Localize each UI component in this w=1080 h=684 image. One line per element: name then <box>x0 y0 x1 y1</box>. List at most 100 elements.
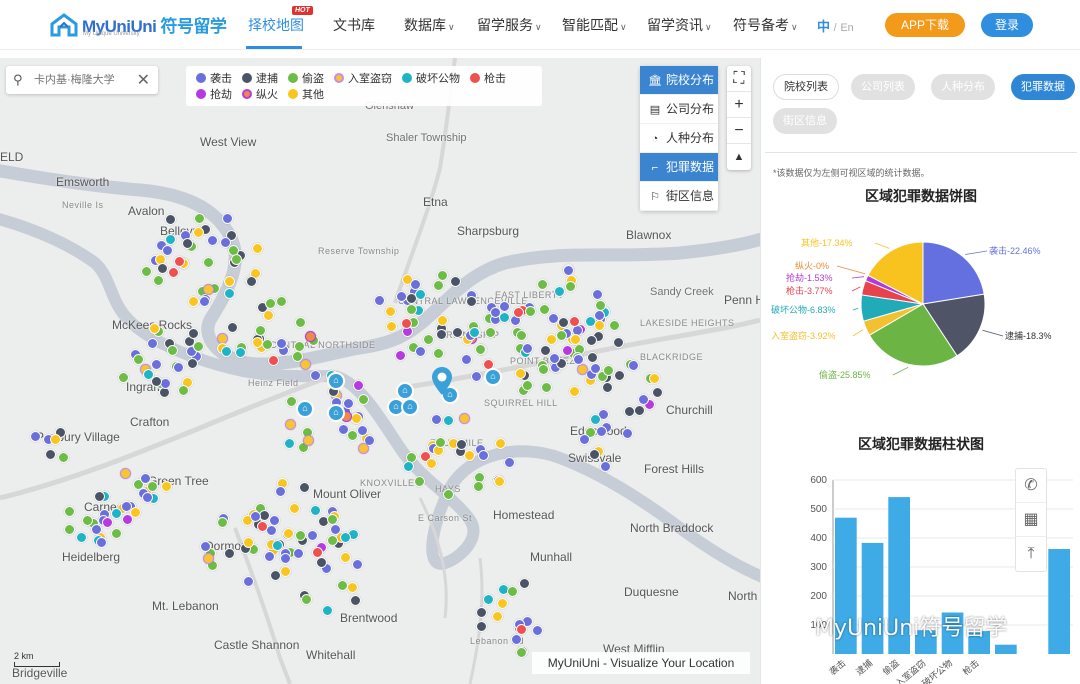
crime-marker[interactable] <box>464 450 475 461</box>
legend-item-robbery[interactable]: 抢劫 <box>196 86 232 102</box>
crime-marker[interactable] <box>194 213 205 224</box>
crime-marker[interactable] <box>224 288 235 299</box>
crime-marker[interactable] <box>337 580 348 591</box>
crime-marker[interactable] <box>538 364 549 375</box>
crime-marker[interactable] <box>350 595 361 606</box>
crime-marker[interactable] <box>203 284 214 295</box>
crime-marker[interactable] <box>385 306 396 317</box>
crime-marker[interactable] <box>602 382 613 393</box>
legend-item-assault[interactable]: 袭击 <box>196 70 232 86</box>
crime-marker[interactable] <box>563 265 574 276</box>
lang-zh[interactable]: 中 <box>817 19 830 34</box>
crime-marker[interactable] <box>549 353 560 364</box>
crime-marker[interactable] <box>102 517 113 528</box>
legend-item-vandalism[interactable]: 破坏公物 <box>402 70 460 86</box>
crime-marker[interactable] <box>255 325 266 336</box>
crime-marker[interactable] <box>188 328 199 339</box>
legend-item-shooting[interactable]: 枪击 <box>470 70 506 86</box>
crime-marker[interactable] <box>64 506 75 517</box>
nav-essay-library[interactable]: 文书库 <box>333 15 375 35</box>
crime-marker[interactable] <box>199 296 210 307</box>
crime-marker[interactable] <box>603 365 614 376</box>
tab-company-list[interactable]: 公司列表 <box>851 74 915 100</box>
crime-marker[interactable] <box>50 434 61 445</box>
crime-pie-chart[interactable]: 袭击-22.46% 逮捕-18.3% 偷盗-25.85% 入室盗窃-3.92% 破坏公物… <box>761 208 1080 398</box>
crime-marker[interactable] <box>203 553 214 564</box>
crime-marker[interactable] <box>295 530 306 541</box>
university-marker[interactable]: ⌂ <box>327 404 345 422</box>
crime-marker[interactable] <box>456 439 467 450</box>
crime-marker[interactable] <box>151 376 162 387</box>
crime-marker[interactable] <box>513 307 524 318</box>
crime-marker[interactable] <box>558 317 569 328</box>
crime-marker[interactable] <box>614 370 625 381</box>
crime-marker[interactable] <box>203 257 214 268</box>
crime-marker[interactable] <box>532 625 543 636</box>
crime-marker[interactable] <box>497 598 508 609</box>
crime-marker[interactable] <box>327 535 338 546</box>
crime-marker[interactable] <box>58 452 69 463</box>
back-to-top-icon[interactable]: ⤒ <box>1016 537 1046 571</box>
crime-marker[interactable] <box>609 320 620 331</box>
login-button[interactable]: 登录 <box>981 13 1033 37</box>
crime-marker[interactable] <box>284 438 295 449</box>
crime-marker[interactable] <box>415 289 426 300</box>
crime-marker[interactable] <box>283 528 294 539</box>
crime-marker[interactable] <box>343 398 354 409</box>
tab-neighborhood-info[interactable]: 街区信息 <box>773 108 837 134</box>
crime-marker[interactable] <box>153 275 164 286</box>
crime-marker[interactable] <box>494 476 505 487</box>
crime-marker[interactable] <box>310 370 321 381</box>
layer-company-distribution[interactable]: ▤ 公司分布 <box>640 95 718 124</box>
crime-marker[interactable] <box>168 267 179 278</box>
crime-marker[interactable] <box>307 530 318 541</box>
nav-exam-prep[interactable]: 符号备考 ∨ <box>733 15 798 35</box>
nav-database[interactable]: 数据库 ∨ <box>404 15 455 35</box>
crime-marker[interactable] <box>141 266 152 277</box>
crime-marker[interactable] <box>556 330 567 341</box>
crime-marker[interactable] <box>595 300 606 311</box>
tab-crime-data[interactable]: 犯罪数据 <box>1011 74 1075 100</box>
crime-marker[interactable] <box>140 473 151 484</box>
crime-marker[interactable] <box>565 281 576 292</box>
crime-marker[interactable] <box>628 360 639 371</box>
bar[interactable] <box>1048 549 1070 654</box>
crime-marker[interactable] <box>490 307 501 318</box>
crime-marker[interactable] <box>174 256 185 267</box>
tab-ethnicity[interactable]: 人种分布 <box>931 74 995 100</box>
crime-marker[interactable] <box>30 431 41 442</box>
crime-marker[interactable] <box>268 355 279 366</box>
crime-marker[interactable] <box>178 385 189 396</box>
crime-marker[interactable] <box>476 621 487 632</box>
crime-marker[interactable] <box>246 276 257 287</box>
crime-marker[interactable] <box>289 503 300 514</box>
crime-marker[interactable] <box>316 557 327 568</box>
crime-marker[interactable] <box>133 354 144 365</box>
layer-neighborhood-info[interactable]: ⚐ 街区信息 <box>640 182 718 211</box>
crime-marker[interactable] <box>276 296 287 307</box>
zoom-out-button[interactable]: − <box>727 118 751 144</box>
crime-marker[interactable] <box>443 489 454 500</box>
layer-ethnicity-distribution[interactable]: ◔ 人种分布 <box>640 124 718 153</box>
crime-marker[interactable] <box>492 611 503 622</box>
crime-marker[interactable] <box>252 243 263 254</box>
crime-marker[interactable] <box>507 586 518 597</box>
crime-marker[interactable] <box>222 213 233 224</box>
nav-school-map[interactable]: 择校地图 <box>248 15 304 35</box>
crime-marker[interactable] <box>280 553 291 564</box>
brand-logo[interactable]: MyUniUni 符号留学 My Unique University <box>50 12 227 37</box>
crime-marker[interactable] <box>96 537 107 548</box>
crime-marker[interactable] <box>94 491 105 502</box>
crime-marker[interactable] <box>82 515 93 526</box>
crime-marker[interactable] <box>45 449 56 460</box>
crime-marker[interactable] <box>227 322 238 333</box>
language-switch[interactable]: 中 / En <box>817 16 854 35</box>
fullscreen-icon[interactable]: ⛶ <box>727 66 751 92</box>
crime-marker[interactable] <box>613 337 624 348</box>
crime-marker[interactable] <box>130 507 141 518</box>
crime-marker[interactable] <box>286 396 297 407</box>
crime-marker[interactable] <box>285 419 296 430</box>
crime-marker[interactable] <box>483 594 494 605</box>
legend-item-arson[interactable]: 纵火 <box>242 86 278 102</box>
crime-marker[interactable] <box>167 345 178 356</box>
